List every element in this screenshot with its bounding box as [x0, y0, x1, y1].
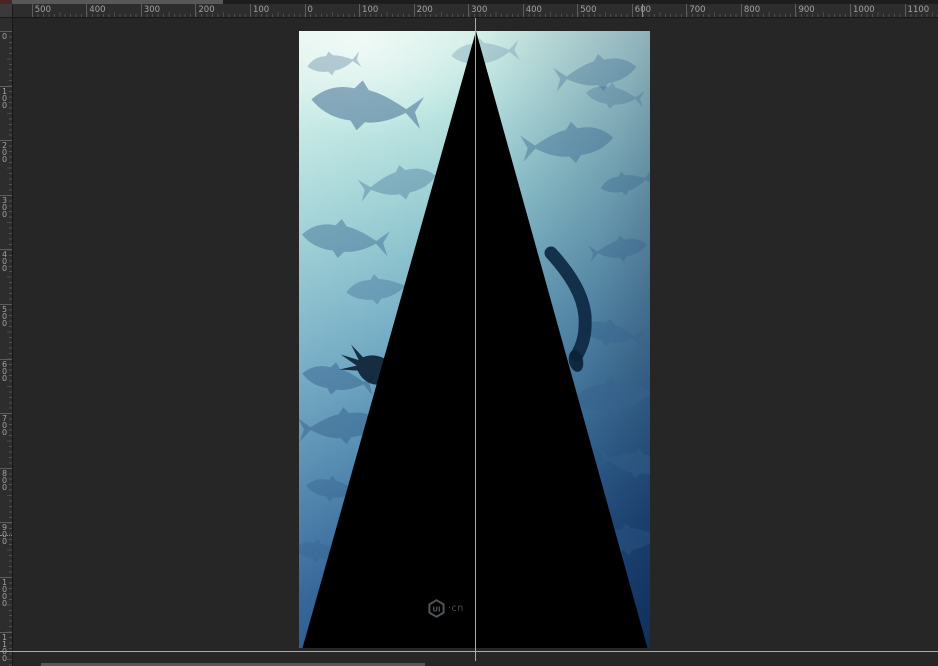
ruler-label: 500	[35, 5, 51, 15]
ruler-label: 800	[744, 5, 760, 15]
ruler-label: 400	[526, 5, 542, 15]
ruler-label: 1000	[853, 5, 875, 15]
ruler-major-tick	[468, 4, 469, 17]
ruler-label: 1 0 0 0	[2, 579, 7, 607]
ruler-major-tick	[577, 4, 578, 17]
guide-vertical[interactable]	[475, 18, 476, 661]
horizontal-scrollbar[interactable]	[13, 662, 938, 666]
ruler-major-tick	[32, 4, 33, 17]
ruler-label: 7 0 0	[2, 415, 7, 436]
ruler-label: 0	[308, 5, 313, 15]
ruler-major-tick	[741, 4, 742, 17]
ruler-label: 700	[689, 5, 705, 15]
ruler-label: 300	[471, 5, 487, 15]
ruler-label: 3 0 0	[2, 197, 7, 218]
ruler-major-tick	[686, 4, 687, 17]
ruler-major-tick	[795, 4, 796, 17]
ruler-label: 600	[635, 5, 651, 15]
ruler-label: 2 0 0	[2, 142, 7, 163]
ruler-major-tick	[850, 4, 851, 17]
ruler-origin-box[interactable]	[0, 4, 13, 18]
ruler-label: 100	[362, 5, 378, 15]
ruler-major-tick	[523, 4, 524, 17]
watermark-suffix: ·cn	[448, 603, 464, 614]
ruler-label: 1 1 0 0	[2, 634, 7, 662]
ruler-vertical[interactable]: 0 1 0 0 2 0 0 3 0 0 4 0 0 5 0 0 6 0 0 7 0 0 8 0 …	[0, 18, 13, 666]
ruler-label: 500	[580, 5, 596, 15]
ruler-major-tick	[141, 4, 142, 17]
watermark-logo-text: UI	[432, 605, 440, 613]
ruler-major-tick	[632, 4, 633, 17]
ruler-horizontal[interactable]: 5004003002001000100200300400500600700800…	[13, 4, 938, 18]
ruler-major-tick	[359, 4, 360, 17]
ruler-label: 1 0 0	[2, 88, 7, 109]
ruler-label: 4 0 0	[2, 251, 7, 272]
ruler-major-tick	[905, 4, 906, 17]
ruler-label: 900	[798, 5, 814, 15]
ruler-major-tick	[305, 4, 306, 17]
ruler-label: 5 0 0	[2, 306, 7, 327]
ruler-major-tick	[86, 4, 87, 17]
ruler-label: 200	[198, 5, 214, 15]
ruler-label: 8 0 0	[2, 470, 7, 491]
ruler-label: 6 0 0	[2, 361, 7, 382]
ruler-vertical-mid-ticks	[7, 31, 12, 666]
ruler-label: 100	[253, 5, 269, 15]
ruler-major-tick	[414, 4, 415, 17]
ruler-label: 300	[144, 5, 160, 15]
ruler-label: 400	[89, 5, 105, 15]
ruler-label: 9 0 0	[2, 524, 7, 545]
guide-horizontal[interactable]	[0, 651, 938, 652]
ruler-label: 0	[2, 33, 7, 40]
ruler-label: 1100	[908, 5, 930, 15]
design-canvas-window: 5004003002001000100200300400500600700800…	[0, 0, 938, 666]
ruler-major-tick	[250, 4, 251, 17]
ruler-major-tick	[195, 4, 196, 17]
hexagon-logo-icon: UI	[428, 599, 445, 618]
ruler-label: 200	[417, 5, 433, 15]
watermark: UI ·cn	[428, 599, 464, 618]
